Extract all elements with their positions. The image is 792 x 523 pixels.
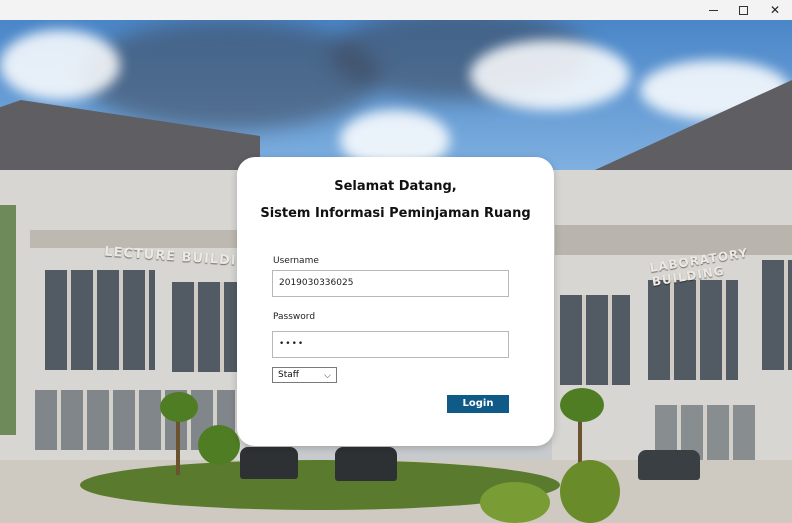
maximize-button[interactable]: [728, 0, 758, 20]
role-select-value: Staff: [278, 370, 299, 380]
username-input[interactable]: 2019030336025: [272, 270, 509, 297]
close-icon: ✕: [769, 3, 781, 17]
login-card: Selamat Datang, Sistem Informasi Peminja…: [237, 157, 554, 446]
password-input[interactable]: ••••: [272, 331, 509, 358]
minimize-button[interactable]: [698, 0, 728, 20]
chevron-down-icon: ⌵: [324, 371, 331, 381]
close-button[interactable]: ✕: [760, 0, 790, 20]
maximize-icon: [738, 5, 748, 15]
role-select[interactable]: Staff ⌵: [272, 367, 337, 383]
title-bar: ✕: [0, 0, 792, 20]
minimize-icon: [708, 9, 718, 11]
app-title: Sistem Informasi Peminjaman Ruang: [260, 206, 531, 221]
password-label: Password: [273, 312, 316, 322]
username-label: Username: [273, 256, 319, 266]
welcome-heading: Selamat Datang,: [334, 179, 457, 194]
login-button[interactable]: Login: [447, 395, 509, 413]
